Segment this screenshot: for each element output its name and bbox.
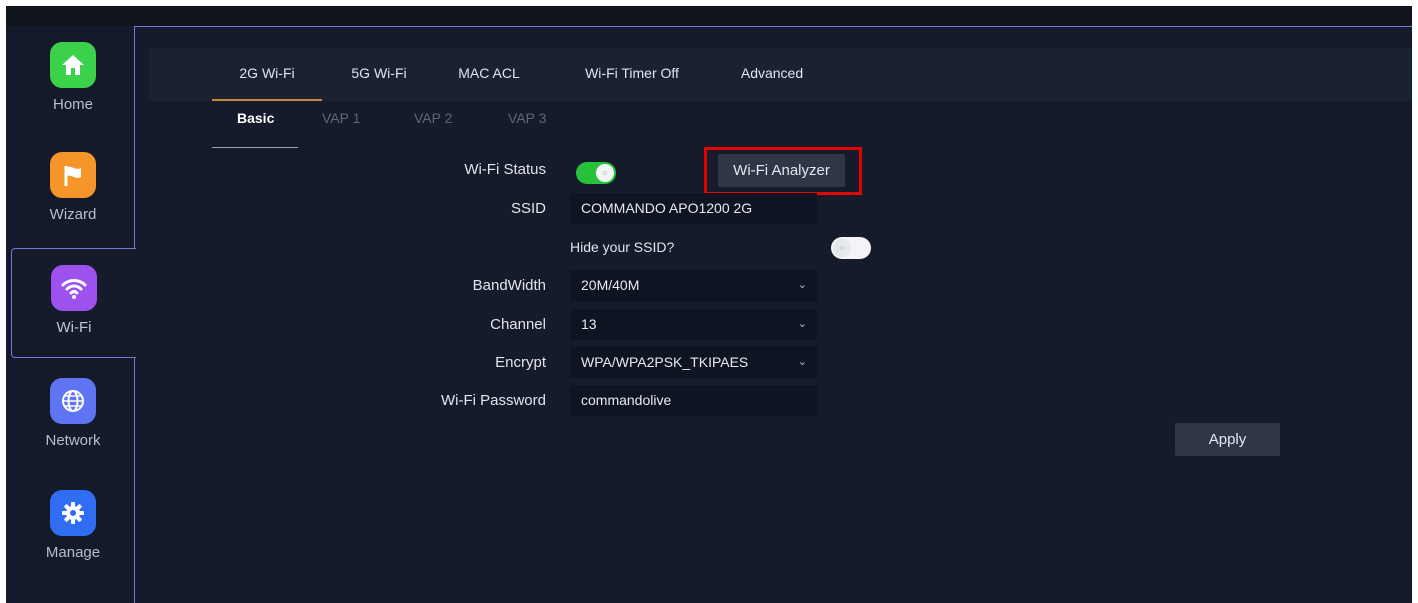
wifi-password-field[interactable]: commandolive (570, 385, 817, 416)
subtab-underline (212, 147, 298, 148)
wifi-status-toggle[interactable] (576, 162, 616, 184)
sidebar-item-network[interactable]: Network (12, 362, 134, 470)
apply-button[interactable]: Apply (1175, 423, 1280, 456)
hide-ssid-label: Hide your SSID? (570, 239, 675, 255)
toggle-knob (833, 239, 851, 257)
tab-2g-wifi[interactable]: 2G Wi-Fi (212, 48, 322, 101)
channel-value: 13 (581, 316, 597, 332)
bandwidth-select[interactable]: 20M/40M ⌄ (570, 270, 817, 301)
home-icon (50, 42, 96, 88)
tab-advanced[interactable]: Advanced (727, 48, 817, 101)
sidebar: Home Wizard Wi-Fi Network Manage (6, 26, 136, 603)
sidebar-item-wizard[interactable]: Wizard (12, 136, 134, 244)
tab-mac-acl[interactable]: MAC ACL (449, 48, 529, 101)
ssid-field[interactable]: COMMANDO APO1200 2G (570, 193, 817, 224)
tab-5g-wifi[interactable]: 5G Wi-Fi (339, 48, 419, 101)
router-admin-panel: Home Wizard Wi-Fi Network Manage 2G Wi-F… (6, 26, 1412, 603)
wifi-status-label: Wi-Fi Status (464, 161, 546, 178)
highlight-box (704, 147, 862, 195)
chevron-down-icon: ⌄ (797, 279, 807, 291)
globe-icon (50, 378, 96, 424)
encrypt-label: Encrypt (495, 354, 546, 371)
bandwidth-value: 20M/40M (581, 277, 640, 293)
subtab-vap2[interactable]: VAP 2 (414, 110, 452, 126)
sidebar-item-manage[interactable]: Manage (12, 474, 134, 582)
tab-bar: 2G Wi-Fi 5G Wi-Fi MAC ACL Wi-Fi Timer Of… (149, 48, 1412, 101)
sidebar-item-label: Network (45, 432, 101, 449)
subtab-vap1[interactable]: VAP 1 (322, 110, 360, 126)
sidebar-item-label: Wizard (49, 206, 97, 223)
sidebar-item-label: Manage (45, 544, 101, 561)
channel-label: Channel (490, 316, 546, 333)
subtab-basic[interactable]: Basic (237, 110, 274, 126)
window-top-strip (6, 6, 1412, 26)
sidebar-item-home[interactable]: Home (12, 26, 134, 134)
encrypt-select[interactable]: WPA/WPA2PSK_TKIPAES ⌄ (570, 347, 817, 378)
subtab-vap3[interactable]: VAP 3 (508, 110, 546, 126)
gear-icon (50, 490, 96, 536)
tab-wifi-timer-off[interactable]: Wi-Fi Timer Off (567, 48, 697, 101)
hide-ssid-toggle[interactable] (831, 237, 871, 259)
channel-select[interactable]: 13 ⌄ (570, 309, 817, 340)
sidebar-item-label: Home (52, 96, 93, 113)
toggle-knob (596, 164, 614, 182)
password-label: Wi-Fi Password (440, 392, 546, 409)
chevron-down-icon: ⌄ (797, 356, 807, 368)
ssid-label: SSID (510, 200, 546, 217)
content-border (134, 26, 1412, 27)
sidebar-item-wifi[interactable]: Wi-Fi (11, 248, 136, 358)
chevron-down-icon: ⌄ (797, 318, 807, 330)
bandwidth-label: BandWidth (472, 277, 546, 294)
encrypt-value: WPA/WPA2PSK_TKIPAES (581, 354, 749, 370)
wifi-icon (51, 265, 97, 311)
sidebar-item-label: Wi-Fi (56, 319, 92, 336)
flag-icon (50, 152, 96, 198)
